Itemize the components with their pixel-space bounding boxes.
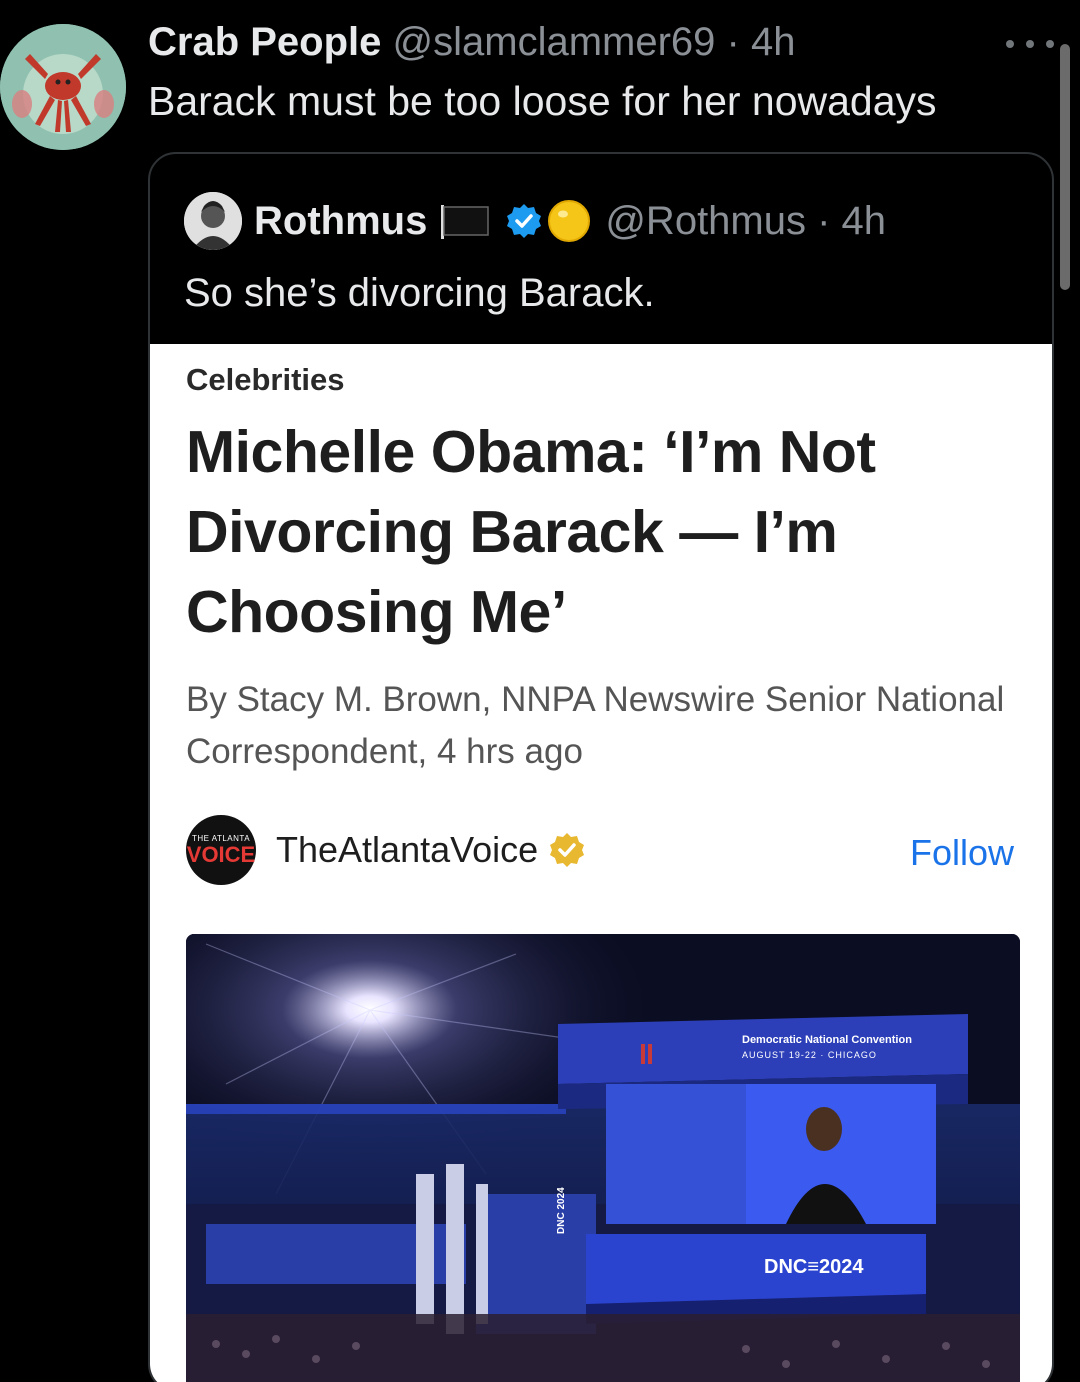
screen-label: DNC≡2024: [764, 1256, 864, 1278]
quoted-author-avatar[interactable]: [184, 192, 242, 250]
quoted-author-name[interactable]: Rothmus: [254, 199, 427, 244]
author-handle-time[interactable]: @slamclammer69 · 4h: [393, 20, 796, 64]
quoted-post-text: So she’s divorcing Barack.: [184, 271, 655, 315]
convention-photo: Democratic National Convention AUGUST 19…: [186, 934, 1020, 1382]
gold-verified-badge-icon: [550, 833, 585, 867]
follow-button: Follow: [910, 832, 1015, 873]
author-avatar[interactable]: [0, 24, 126, 150]
verified-badge-icon: [507, 204, 542, 238]
scrollbar[interactable]: [1060, 44, 1070, 290]
author-name[interactable]: Crab People: [148, 20, 381, 64]
yellow-circle-emoji: [548, 200, 591, 242]
quoted-post-card[interactable]: Rothmus @Rothmus · 4h So she’s divorcing…: [148, 152, 1054, 1382]
publisher-row: THE ATLANTA VOICE TheAtlantaVoice: [186, 814, 586, 886]
banner-dates: AUGUST 19-22 · CHICAGO: [742, 1050, 877, 1060]
more-horizontal-icon[interactable]: [1006, 24, 1054, 64]
article-byline: By Stacy M. Brown, NNPA Newswire Senior …: [186, 680, 1005, 771]
article-screenshot: Celebrities Michelle Obama: ‘I’m Not Div…: [150, 344, 1052, 1382]
side-label: DNC 2024: [556, 1187, 567, 1234]
quoted-post-header: Rothmus @Rothmus · 4h: [184, 190, 886, 252]
quoted-author-handle-time[interactable]: @Rothmus · 4h: [605, 199, 886, 244]
crab-avatar-image: [0, 24, 126, 150]
banner-title: Democratic National Convention: [742, 1034, 912, 1046]
post-text: Barack must be too loose for her nowaday…: [148, 78, 937, 124]
post-header: Crab People @slamclammer69 · 4h: [148, 18, 795, 66]
article-headline: Michelle Obama: ‘I’m Not Divorcing Barac…: [186, 419, 876, 645]
black-flag-icon: [441, 205, 490, 239]
publisher-name: TheAtlantaVoice: [276, 829, 539, 870]
article-category: Celebrities: [186, 362, 345, 397]
atlanta-voice-logo: THE ATLANTA VOICE: [186, 815, 256, 885]
